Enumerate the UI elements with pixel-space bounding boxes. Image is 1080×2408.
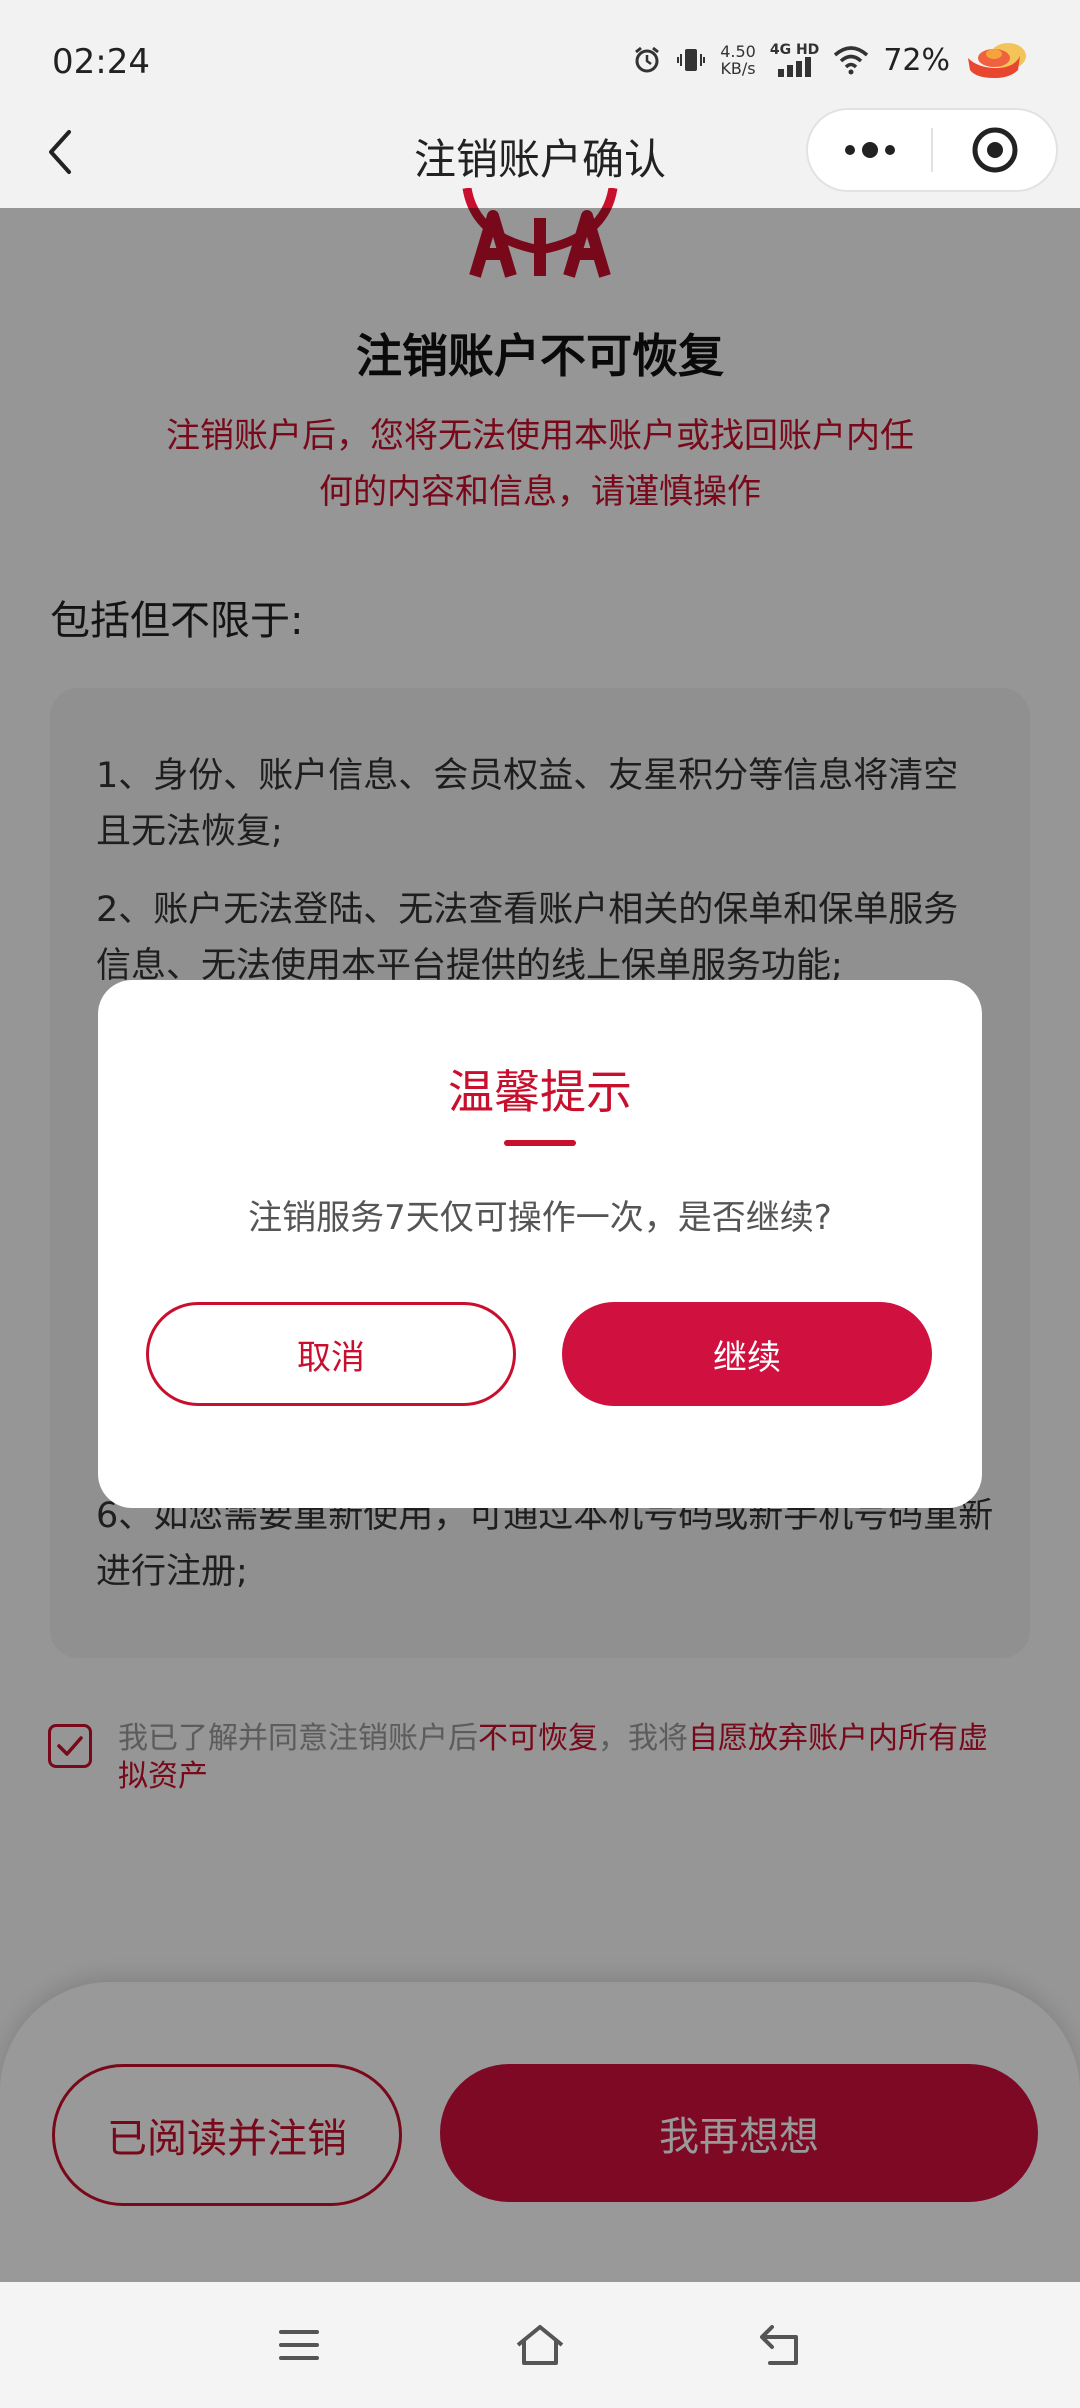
home-button[interactable] (507, 2312, 573, 2378)
dialog-message: 注销服务7天仅可操作一次，是否继续? (248, 1198, 832, 1238)
tip-dialog: 温馨提示 注销服务7天仅可操作一次，是否继续? 取消 继续 (98, 980, 982, 1508)
target-close-icon (972, 127, 1017, 173)
net-speed: 4.50 KB/s (720, 42, 756, 78)
menu-icon (279, 2330, 319, 2360)
status-time: 02:24 (52, 42, 150, 82)
close-mini-program-button[interactable] (933, 108, 1056, 192)
system-nav-bar (0, 2282, 1080, 2408)
wifi-icon (834, 46, 869, 75)
network-type: 4G HD (769, 42, 820, 58)
back-system-button[interactable] (748, 2312, 814, 2378)
cellular-signal: 4G HD (770, 43, 819, 77)
return-icon (760, 2325, 798, 2365)
more-dots-icon (844, 142, 895, 158)
vibrate-icon (677, 49, 706, 71)
alarm-icon (635, 46, 660, 73)
dialog-cancel-button[interactable]: 取消 (146, 1302, 516, 1406)
mini-program-capsule (806, 108, 1058, 192)
more-button[interactable] (808, 108, 931, 192)
battery-level: 72% (883, 42, 950, 78)
home-icon (516, 2325, 564, 2365)
battery-ingot-icon (968, 43, 1026, 78)
signal-bars-icon (777, 57, 811, 77)
dialog-title: 温馨提示 (448, 1065, 632, 1119)
recent-apps-button[interactable] (266, 2312, 332, 2378)
dialog-continue-button[interactable]: 继续 (562, 1302, 932, 1406)
status-icons: 4.50 KB/s 4G HD 72% (632, 40, 1028, 80)
dialog-title-underline (504, 1140, 576, 1146)
